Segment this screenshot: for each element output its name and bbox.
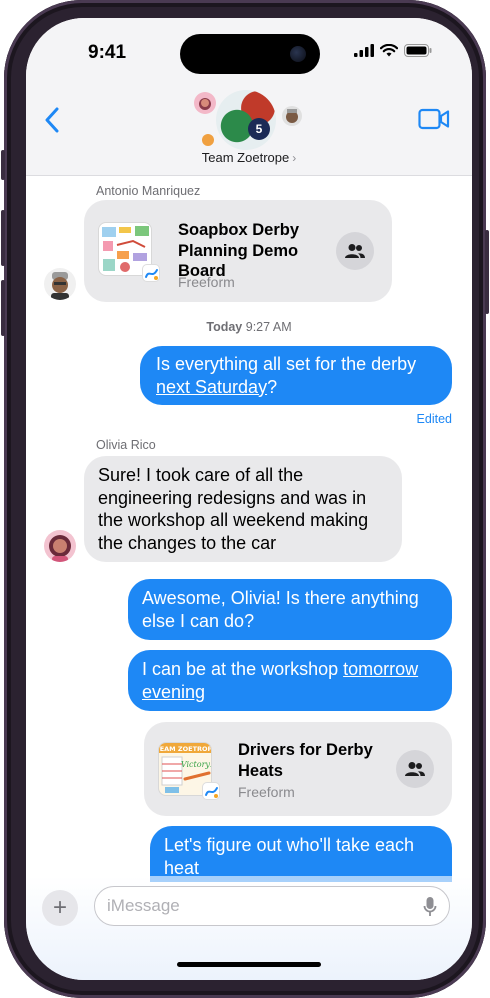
conversation-header: 9:41 5 Team Zoetrope › [26,18,472,176]
collaboration-button[interactable] [396,750,434,788]
freeform-app-icon [142,264,160,282]
microphone-icon [423,897,437,916]
member-avatar-gray [282,106,302,126]
sender-name-antonio: Antonio Manriquez [96,184,201,198]
power-button [485,230,489,314]
outgoing-message[interactable]: Is everything all set for the derby next… [140,346,452,405]
messages-screen: 9:41 5 Team Zoetrope › Antonio Manriquez… [26,18,472,980]
back-button[interactable] [44,106,60,139]
status-icons [354,44,432,57]
volume-down-button [1,280,5,336]
sender-name-olivia: Olivia Rico [96,438,156,452]
cellular-signal-icon [354,44,374,57]
timestamp-day: Today [206,320,243,334]
outgoing-message[interactable]: Awesome, Olivia! Is there anything else … [128,579,452,640]
freeform-card-demo-board[interactable]: Soapbox Derby Planning Demo Board Freefo… [84,200,392,302]
card-subtitle: Freeform [178,274,235,290]
group-name: Team Zoetrope [201,150,290,165]
member-avatar-orange [202,134,214,146]
incoming-message[interactable]: Sure! I took care of all the engineering… [84,456,402,562]
timestamp: Today 9:27 AM [26,320,472,334]
card-subtitle: Freeform [238,784,295,800]
status-time: 9:41 [88,42,127,63]
group-avatar[interactable]: 5 [216,90,276,150]
volume-up-button [1,210,5,266]
wifi-icon [380,44,398,57]
people-icon [405,762,425,776]
edited-label[interactable]: Edited [417,412,452,426]
video-camera-icon [418,108,450,130]
iphone-frame: 9:41 5 Team Zoetrope › Antonio Manriquez… [1,0,489,998]
timestamp-time: 9:27 AM [245,320,292,334]
people-icon [345,244,365,258]
chevron-right-icon: › [292,151,297,165]
avatar-antonio [44,268,76,300]
freeform-card-drivers[interactable]: TEAM ZOETROPE Victory! Drivers for Derby… [144,722,452,816]
freeform-app-icon [202,782,220,800]
camera-icon [290,46,306,62]
collaboration-button[interactable] [336,232,374,270]
chevron-left-icon [45,107,59,133]
apps-plus-button[interactable]: + [42,890,78,926]
facetime-video-button[interactable] [418,108,450,135]
outgoing-message[interactable]: Let's figure out who'll take each heat [150,826,452,882]
card-title: Soapbox Derby Planning Demo Board [178,221,300,280]
thumb-header-text: TEAM ZOETROPE [159,745,212,753]
dictation-button[interactable] [423,896,437,923]
imessage-input[interactable] [107,887,407,925]
battery-icon [404,44,432,57]
outgoing-message[interactable]: I can be at the workshop tomorrow evenin… [128,650,452,711]
date-link[interactable]: next Saturday [156,377,267,397]
group-name-button[interactable]: Team Zoetrope › [26,150,472,165]
home-indicator [177,962,321,967]
thumb-word-text: Victory! [181,760,212,769]
message-field[interactable] [94,886,450,926]
action-button [1,150,5,180]
card-title: Drivers for Derby Heats [238,741,373,780]
group-avatar-badge: 5 [248,118,270,140]
member-avatar-pink [194,92,216,114]
avatar-olivia [44,530,76,562]
dynamic-island [180,34,320,74]
